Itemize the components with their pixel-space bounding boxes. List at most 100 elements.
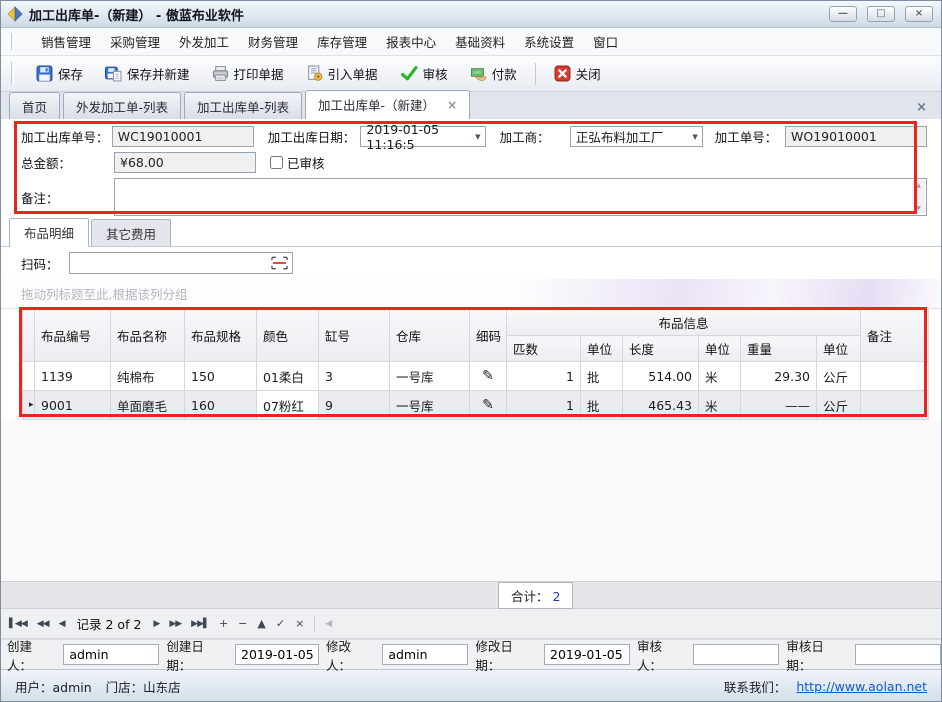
cell-code[interactable]: 1139 <box>35 362 111 391</box>
close-document-button[interactable]: 关闭 <box>546 60 609 87</box>
cell-warehouse[interactable]: 一号库 <box>390 391 470 420</box>
scroll-down-icon[interactable]: ▼ <box>916 205 921 212</box>
cell-pieces-unit[interactable]: 批 <box>581 391 623 420</box>
cell-remark[interactable] <box>861 362 929 391</box>
save-button[interactable]: 保存 <box>28 60 91 87</box>
menu-item-sales[interactable]: 销售管理 <box>41 32 91 51</box>
nav-edit-icon[interactable]: ▲ <box>257 617 265 630</box>
cell-name[interactable]: 单面磨毛 <box>111 391 185 420</box>
cell-weight[interactable]: 29.30 <box>741 362 817 391</box>
cell-length[interactable]: 514.00 <box>623 362 699 391</box>
nav-cancel-icon[interactable]: × <box>295 617 304 630</box>
col-header-weight-unit[interactable]: 单位 <box>817 336 861 362</box>
col-header-vat[interactable]: 缸号 <box>319 310 390 362</box>
cell-weight-unit[interactable]: 公斤 <box>817 362 861 391</box>
payment-button[interactable]: 付款 <box>462 60 525 87</box>
nav-first-icon[interactable]: ▌◀◀ <box>9 619 27 629</box>
col-header-pieces-unit[interactable]: 单位 <box>581 336 623 362</box>
tab-outbound-list[interactable]: 加工出库单-列表 <box>184 92 302 119</box>
creator-input[interactable] <box>63 644 159 665</box>
maximize-button[interactable]: □ <box>867 6 895 22</box>
menu-item-inventory[interactable]: 库存管理 <box>317 32 367 51</box>
col-header-color[interactable]: 颜色 <box>257 310 319 362</box>
cell-length-unit[interactable]: 米 <box>699 362 741 391</box>
cell-length[interactable]: 465.43 <box>623 391 699 420</box>
cell-code[interactable]: 9001 <box>35 391 111 420</box>
tab-fabric-detail[interactable]: 布品明细 <box>9 218 89 247</box>
col-header-pieces[interactable]: 匹数 <box>507 336 581 362</box>
remark-textarea[interactable] <box>115 179 926 215</box>
col-header-remark[interactable]: 备注 <box>861 310 929 362</box>
col-header-warehouse[interactable]: 仓库 <box>390 310 470 362</box>
menu-item-settings[interactable]: 系统设置 <box>524 32 574 51</box>
col-header-name[interactable]: 布品名称 <box>111 310 185 362</box>
cell-spec[interactable]: 160 <box>185 391 257 420</box>
cell-weight[interactable]: —— <box>741 391 817 420</box>
menu-item-finance[interactable]: 财务管理 <box>248 32 298 51</box>
nav-next-page-icon[interactable]: ▶▶ <box>169 619 181 629</box>
col-header-length[interactable]: 长度 <box>623 336 699 362</box>
toolbar-grip-handle[interactable] <box>11 62 14 85</box>
col-group-fabric-info[interactable]: 布品信息 <box>507 310 861 336</box>
audited-checkbox[interactable] <box>270 156 283 169</box>
nav-post-icon[interactable]: ✓ <box>276 617 285 630</box>
cell-color[interactable]: 01柔白 <box>257 362 319 391</box>
menu-item-window[interactable]: 窗口 <box>593 32 618 51</box>
menu-item-purchase[interactable]: 采购管理 <box>110 32 160 51</box>
cell-pieces[interactable]: 1 <box>507 391 581 420</box>
nav-prev-page-icon[interactable]: ◀◀ <box>37 619 49 629</box>
tab-outbound-new[interactable]: 加工出库单-（新建） × <box>305 90 470 119</box>
save-and-new-button[interactable]: 保存并新建 <box>97 60 198 87</box>
website-link[interactable]: http://www.aolan.net <box>796 679 927 694</box>
cell-color[interactable]: 07粉红 <box>257 391 319 420</box>
col-header-code[interactable]: 布品编号 <box>35 310 111 362</box>
scan-input[interactable] <box>70 253 292 273</box>
cell-pieces-unit[interactable]: 批 <box>581 362 623 391</box>
print-button[interactable]: 打印单据 <box>204 60 292 87</box>
menu-item-basedata[interactable]: 基础资料 <box>455 32 505 51</box>
tab-other-fees[interactable]: 其它费用 <box>91 219 171 246</box>
window-close-button[interactable]: × <box>905 6 933 22</box>
col-header-weight[interactable]: 重量 <box>741 336 817 362</box>
menu-grip-handle[interactable] <box>11 33 14 51</box>
modify-date-input[interactable] <box>544 644 630 665</box>
nav-prev-icon[interactable]: ◀ <box>59 619 65 629</box>
scroll-up-icon[interactable]: ▲ <box>916 182 921 189</box>
import-document-button[interactable]: 引入单据 <box>298 60 386 87</box>
remark-scrollbar[interactable]: ▲ ▼ <box>912 180 925 214</box>
nav-last-icon[interactable]: ▶▶▌ <box>191 619 209 629</box>
cell-vat[interactable]: 3 <box>319 362 390 391</box>
processor-combo[interactable]: 正弘布料加工厂 ▼ <box>570 126 703 147</box>
cell-weight-unit[interactable]: 公斤 <box>817 391 861 420</box>
nav-append-icon[interactable]: + <box>219 617 228 630</box>
total-amount-input[interactable] <box>114 152 256 173</box>
create-date-input[interactable] <box>235 644 319 665</box>
col-header-spec[interactable]: 布品规格 <box>185 310 257 362</box>
hscroll-left-icon[interactable]: ◀ <box>325 619 331 629</box>
cell-length-unit[interactable]: 米 <box>699 391 741 420</box>
menu-item-outsourcing[interactable]: 外发加工 <box>179 32 229 51</box>
work-order-input[interactable] <box>785 126 927 147</box>
cell-vat[interactable]: 9 <box>319 391 390 420</box>
col-header-xima[interactable]: 细码 <box>470 310 507 362</box>
audit-date-input[interactable] <box>855 644 941 665</box>
cell-pieces[interactable]: 1 <box>507 362 581 391</box>
audit-button[interactable]: 审核 <box>392 60 456 87</box>
cell-spec[interactable]: 150 <box>185 362 257 391</box>
col-header-length-unit[interactable]: 单位 <box>699 336 741 362</box>
group-by-panel[interactable]: 拖动列标题至此,根据该列分组 <box>1 279 941 309</box>
cell-name[interactable]: 纯棉布 <box>111 362 185 391</box>
auditor-input[interactable] <box>693 644 779 665</box>
order-date-combo[interactable]: 2019-01-05 11:16:5 ▼ <box>360 126 485 147</box>
nav-delete-icon[interactable]: − <box>238 617 247 630</box>
cell-remark[interactable] <box>861 391 929 420</box>
nav-next-icon[interactable]: ▶ <box>153 619 159 629</box>
edit-pencil-icon[interactable]: ✎ <box>470 391 507 420</box>
order-no-input[interactable] <box>112 126 254 147</box>
menu-item-reports[interactable]: 报表中心 <box>386 32 436 51</box>
minimize-button[interactable]: — <box>829 6 857 22</box>
modifier-input[interactable] <box>382 644 468 665</box>
panel-close-icon[interactable]: × <box>916 100 933 119</box>
cell-warehouse[interactable]: 一号库 <box>390 362 470 391</box>
tab-home[interactable]: 首页 <box>9 92 60 119</box>
